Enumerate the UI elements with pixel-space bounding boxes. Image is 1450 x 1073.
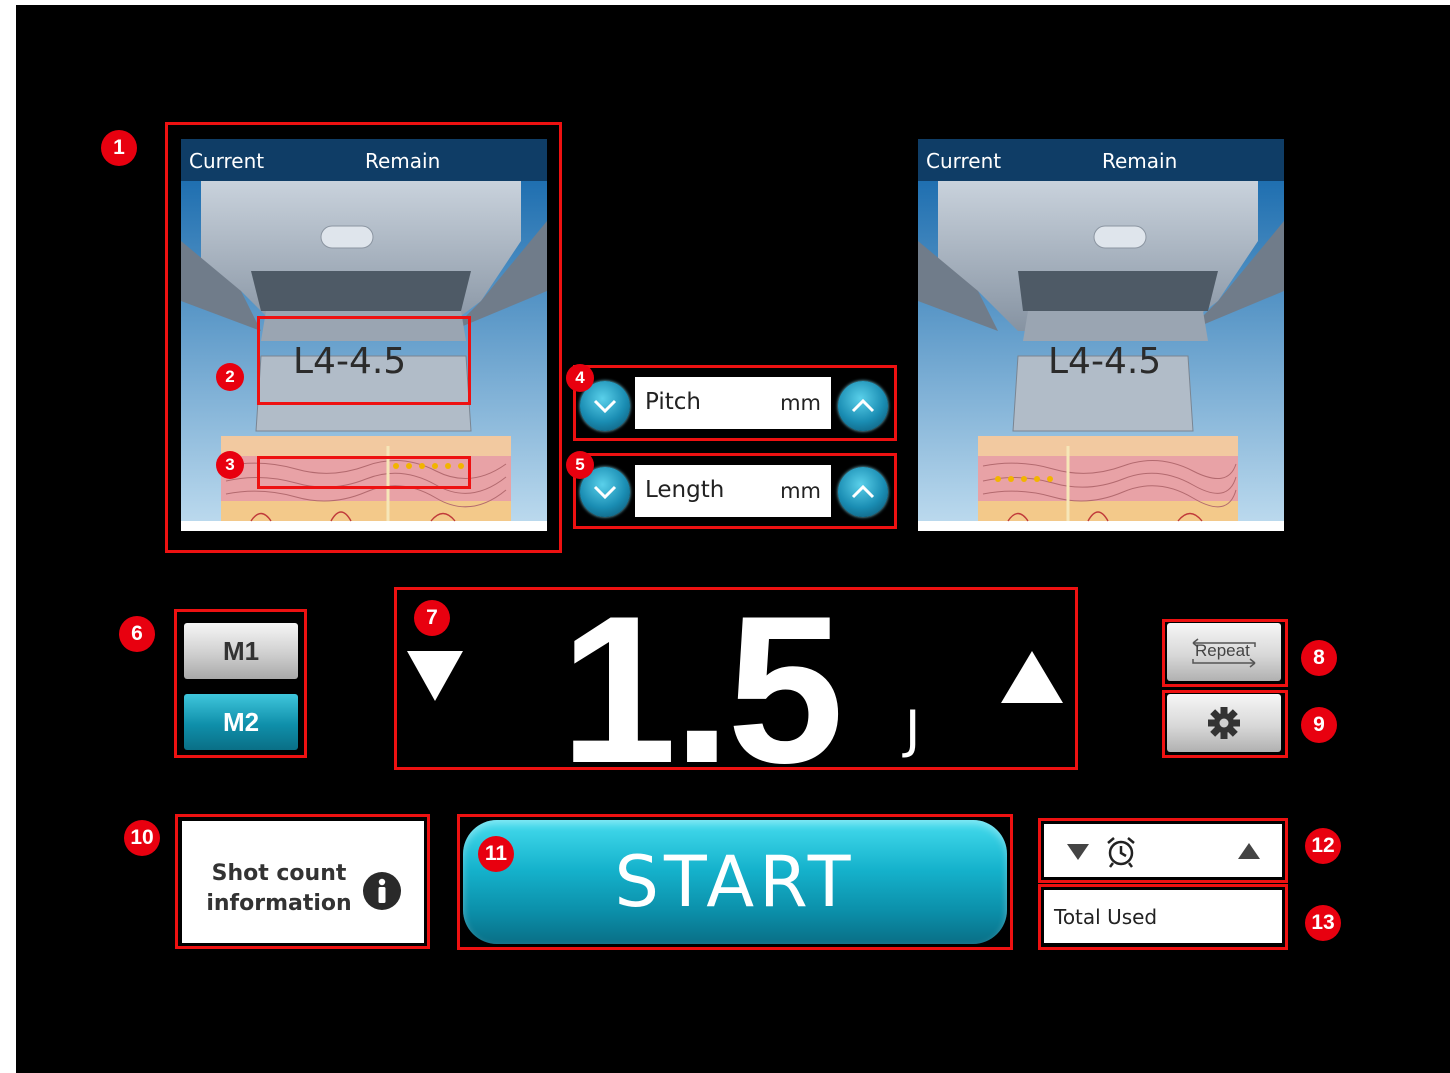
callout-3: 3 (216, 451, 244, 479)
callout-11: 11 (478, 836, 514, 872)
annotation-box-4 (573, 365, 897, 441)
cartridge-label: L4-4.5 (1048, 341, 1162, 382)
callout-6: 6 (119, 616, 155, 652)
annotation-box-12 (1038, 818, 1288, 883)
annotation-box-8 (1162, 619, 1288, 687)
remain-label: Remain (1102, 149, 1178, 173)
callout-9: 9 (1301, 707, 1337, 743)
annotation-box-6 (174, 609, 307, 758)
callout-5: 5 (566, 451, 594, 479)
callout-1: 1 (101, 130, 137, 166)
annotation-box-7 (394, 587, 1078, 770)
annotation-box-2 (257, 316, 471, 405)
annotation-box-3 (257, 456, 471, 489)
annotation-box-10 (175, 814, 430, 949)
callout-13: 13 (1305, 905, 1341, 941)
callout-7: 7 (414, 600, 450, 636)
annotation-box-13 (1038, 884, 1288, 950)
callout-4: 4 (566, 364, 594, 392)
annotation-box-9 (1162, 690, 1288, 758)
current-label: Current (926, 149, 1002, 173)
callout-12: 12 (1305, 828, 1341, 864)
transducer-panel-right: Current Remain L4-4.5 (918, 139, 1284, 531)
annotation-box-5 (573, 453, 897, 529)
callout-2: 2 (216, 363, 244, 391)
panel-header: Current Remain (918, 139, 1284, 181)
callout-8: 8 (1301, 640, 1337, 676)
annotation-box-11 (457, 814, 1013, 950)
callout-10: 10 (124, 820, 160, 856)
